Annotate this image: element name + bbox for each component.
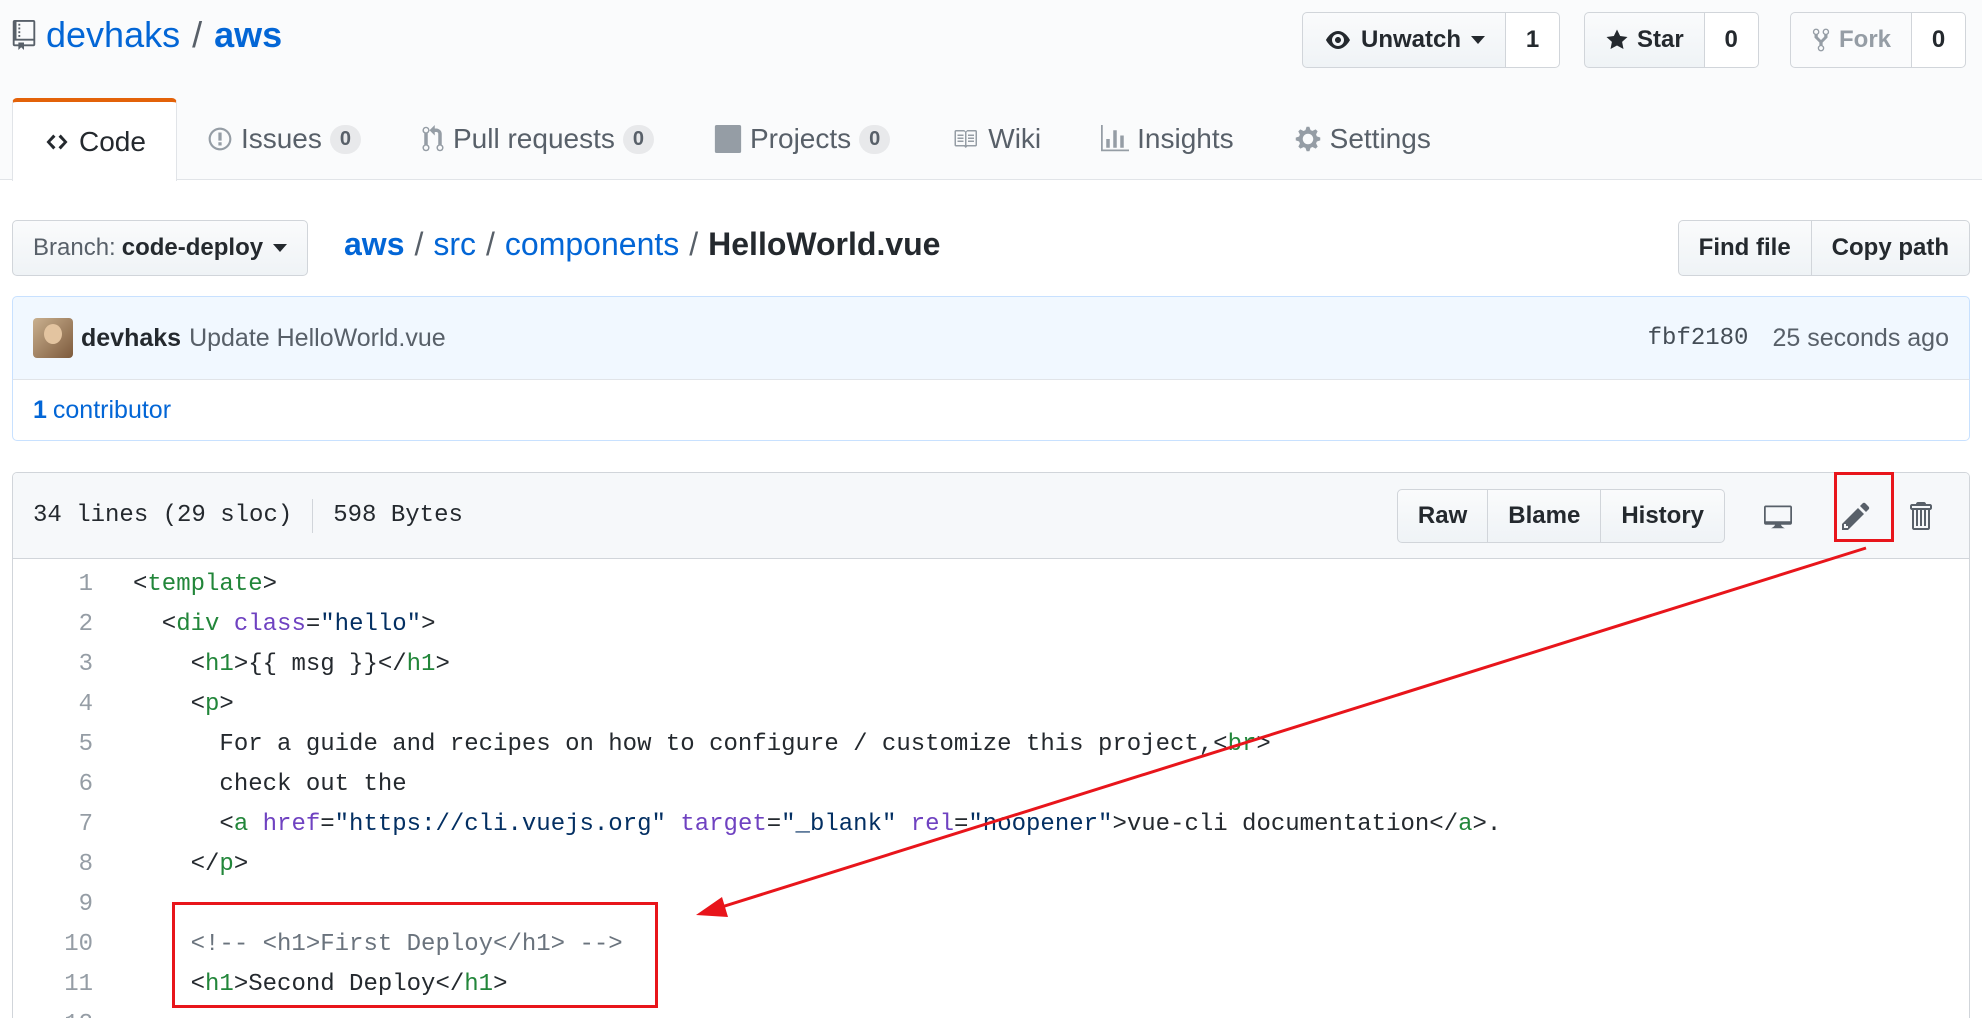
annotation-arrow	[696, 546, 1867, 917]
arrow-line	[711, 546, 1867, 912]
arrow-head	[696, 897, 728, 917]
